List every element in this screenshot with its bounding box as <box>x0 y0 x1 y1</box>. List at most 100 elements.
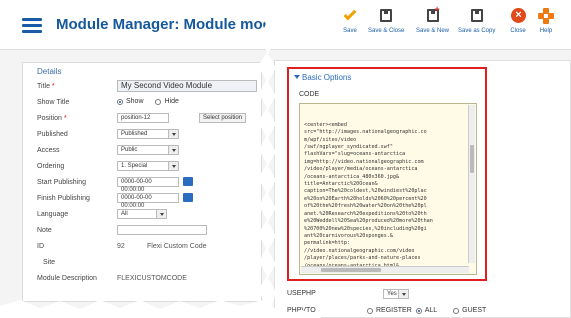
select-position-button[interactable]: Select position <box>199 113 247 123</box>
check-icon <box>343 7 357 21</box>
basic-options-panel: Save Save & Close Save & New Save as Cop… <box>268 0 571 318</box>
show-title-row: Show Title Show Hide <box>37 97 262 109</box>
usephp-row: USEPHP Yes <box>287 289 409 299</box>
usephp-select-value: Yes <box>387 291 397 297</box>
phpvto-label: PHPVTO <box>287 307 316 314</box>
page-header: Module Manager: Module mod_f <box>0 0 270 50</box>
published-select-value: Published <box>121 131 148 137</box>
chevron-down-icon <box>168 146 178 154</box>
ordering-row: Ordering 1. Special <box>37 161 262 173</box>
access-select-value: Public <box>121 147 138 153</box>
ordering-select-value: 1. Special <box>121 163 148 169</box>
finish-publishing-label: Finish Publishing <box>37 195 90 202</box>
save-close-label: Save & Close <box>368 28 405 34</box>
required-marker: * <box>61 115 67 122</box>
usephp-select[interactable]: Yes <box>383 289 409 299</box>
module-details-panel: Module Manager: Module mod_f Details Tit… <box>0 0 270 309</box>
code-label: CODE <box>299 91 320 98</box>
all-label: ALL <box>424 307 438 314</box>
menu-icon[interactable] <box>22 18 42 34</box>
ordering-label: Ordering <box>37 163 65 170</box>
chevron-down-icon <box>168 130 178 138</box>
guest-radio[interactable] <box>453 307 460 314</box>
help-label: Help <box>539 28 553 34</box>
finish-publishing-row: Finish Publishing 0000-00-00 00:00:00 <box>37 193 262 209</box>
save-as-copy-button[interactable]: Save as Copy <box>458 8 495 34</box>
title-row: Title * My Second Video Module <box>37 80 262 93</box>
save-copy-icon <box>470 9 483 22</box>
save-new-button[interactable]: Save & New <box>416 4 450 34</box>
access-select[interactable]: Public <box>117 145 179 155</box>
access-row: Access Public <box>37 145 262 157</box>
id-row: ID 92 Flexi Custom Code <box>37 241 262 253</box>
finish-publishing-input[interactable]: 0000-00-00 00:00:00 <box>117 193 179 209</box>
site-label: Site <box>43 259 56 266</box>
note-label: Note <box>37 227 52 234</box>
save-label: Save <box>343 28 357 34</box>
start-publishing-input[interactable]: 0000-00-00 00:00:00 <box>117 177 179 193</box>
help-icon <box>538 8 554 24</box>
position-label: Position <box>37 115 62 122</box>
module-description-value: FLEXICUSTOMCODE <box>117 275 187 282</box>
note-input[interactable] <box>117 225 207 235</box>
title-label: Title <box>37 83 50 90</box>
module-description-label: Module Description <box>37 275 97 282</box>
site-row: Site <box>37 257 262 269</box>
published-select[interactable]: Published <box>117 129 179 139</box>
options-content: Basic Options CODE <center><embed src="h… <box>274 60 571 318</box>
show-radio[interactable] <box>117 98 123 105</box>
show-title-label: Show Title <box>37 99 70 106</box>
calendar-icon[interactable] <box>183 193 193 202</box>
details-heading: Details <box>37 67 62 76</box>
ordering-select[interactable]: 1. Special <box>117 161 179 171</box>
chevron-down-icon <box>398 290 408 298</box>
horizontal-scrollbar[interactable] <box>301 266 469 273</box>
details-fieldset: Details Title * My Second Video Module S… <box>22 62 262 302</box>
close-icon: × <box>511 8 526 23</box>
code-textarea[interactable]: <center><embed src="http://images.nation… <box>299 103 477 275</box>
basic-options-highlight: Basic Options CODE <center><embed src="h… <box>287 67 487 281</box>
language-select[interactable]: All <box>117 209 167 219</box>
usephp-label: USEPHP <box>287 290 316 297</box>
register-radio[interactable] <box>367 307 373 314</box>
id-label: ID <box>37 243 44 250</box>
code-text: <center><embed src="http://images.nation… <box>304 121 433 269</box>
phpvto-row: PHPVTO REGISTER ALL GUEST <box>287 307 486 314</box>
basic-options-toggle[interactable]: Basic Options <box>294 73 351 82</box>
title-input[interactable]: My Second Video Module <box>117 80 257 92</box>
position-row: Position * position-12 Select position <box>37 113 262 125</box>
language-row: Language All <box>37 209 262 221</box>
hide-radio-label: Hide <box>164 98 179 105</box>
show-radio-label: Show <box>126 98 144 105</box>
module-type-text: Flexi Custom Code <box>147 243 207 250</box>
guest-label: GUEST <box>462 307 487 314</box>
calendar-icon[interactable] <box>183 177 193 186</box>
close-label: Close <box>510 28 526 34</box>
save-icon <box>380 9 393 22</box>
page-title: Module Manager: Module mod_f <box>56 16 270 33</box>
language-label: Language <box>37 211 69 218</box>
save-new-icon <box>426 4 440 22</box>
note-row: Note <box>37 225 262 237</box>
register-label: REGISTER <box>376 307 412 314</box>
published-label: Published <box>37 131 68 138</box>
save-button[interactable]: Save <box>342 7 358 34</box>
position-input[interactable]: position-12 <box>117 113 169 123</box>
all-radio[interactable] <box>415 307 422 314</box>
help-button[interactable]: Help <box>538 8 554 34</box>
close-button[interactable]: × Close <box>510 8 526 34</box>
save-close-button[interactable]: Save & Close <box>368 8 404 34</box>
module-description-row: Module Description FLEXICUSTOMCODE <box>37 273 262 285</box>
access-label: Access <box>37 147 60 154</box>
save-as-copy-label: Save as Copy <box>458 28 496 34</box>
published-row: Published Published <box>37 129 262 141</box>
id-value: 92 <box>117 243 125 250</box>
required-marker: * <box>49 83 55 90</box>
start-publishing-label: Start Publishing <box>37 179 87 186</box>
hide-radio[interactable] <box>155 98 162 105</box>
chevron-down-icon <box>156 210 166 218</box>
save-new-label: Save & New <box>416 28 450 34</box>
toolbar: Save Save & Close Save & New Save as Cop… <box>268 0 571 50</box>
vertical-scrollbar[interactable] <box>468 105 475 263</box>
start-publishing-row: Start Publishing 0000-00-00 00:00:00 <box>37 177 262 193</box>
